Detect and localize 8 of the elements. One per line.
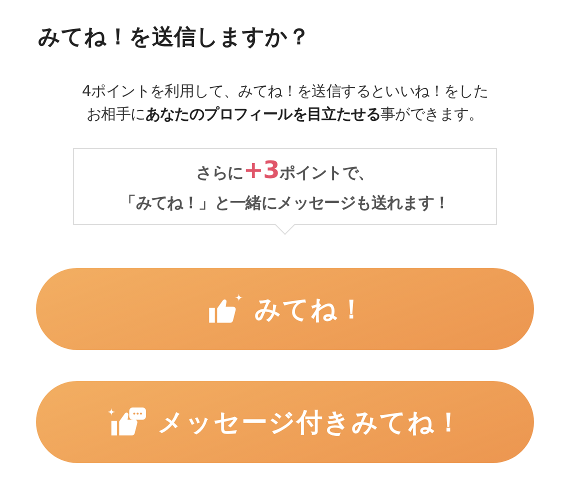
callout-text: 「みてね！」と一緒にメッセージも送れます！: [120, 192, 450, 214]
thumbs-up-speech-bubble-icon: [108, 406, 146, 438]
description-text: 4ポイントを利用して、みてね！を送信するといいね！をした: [82, 81, 488, 102]
send-button[interactable]: みてね！: [36, 268, 534, 350]
send-button[interactable]: メッセージ付きみてね！: [36, 381, 534, 463]
callout-text: さらに+3ポイントで、: [196, 156, 374, 186]
dialog-title: みてね！を送信しますか？: [38, 24, 310, 52]
description-text: お相手にあなたのプロフィールを目立たせる事ができます。: [86, 104, 484, 125]
